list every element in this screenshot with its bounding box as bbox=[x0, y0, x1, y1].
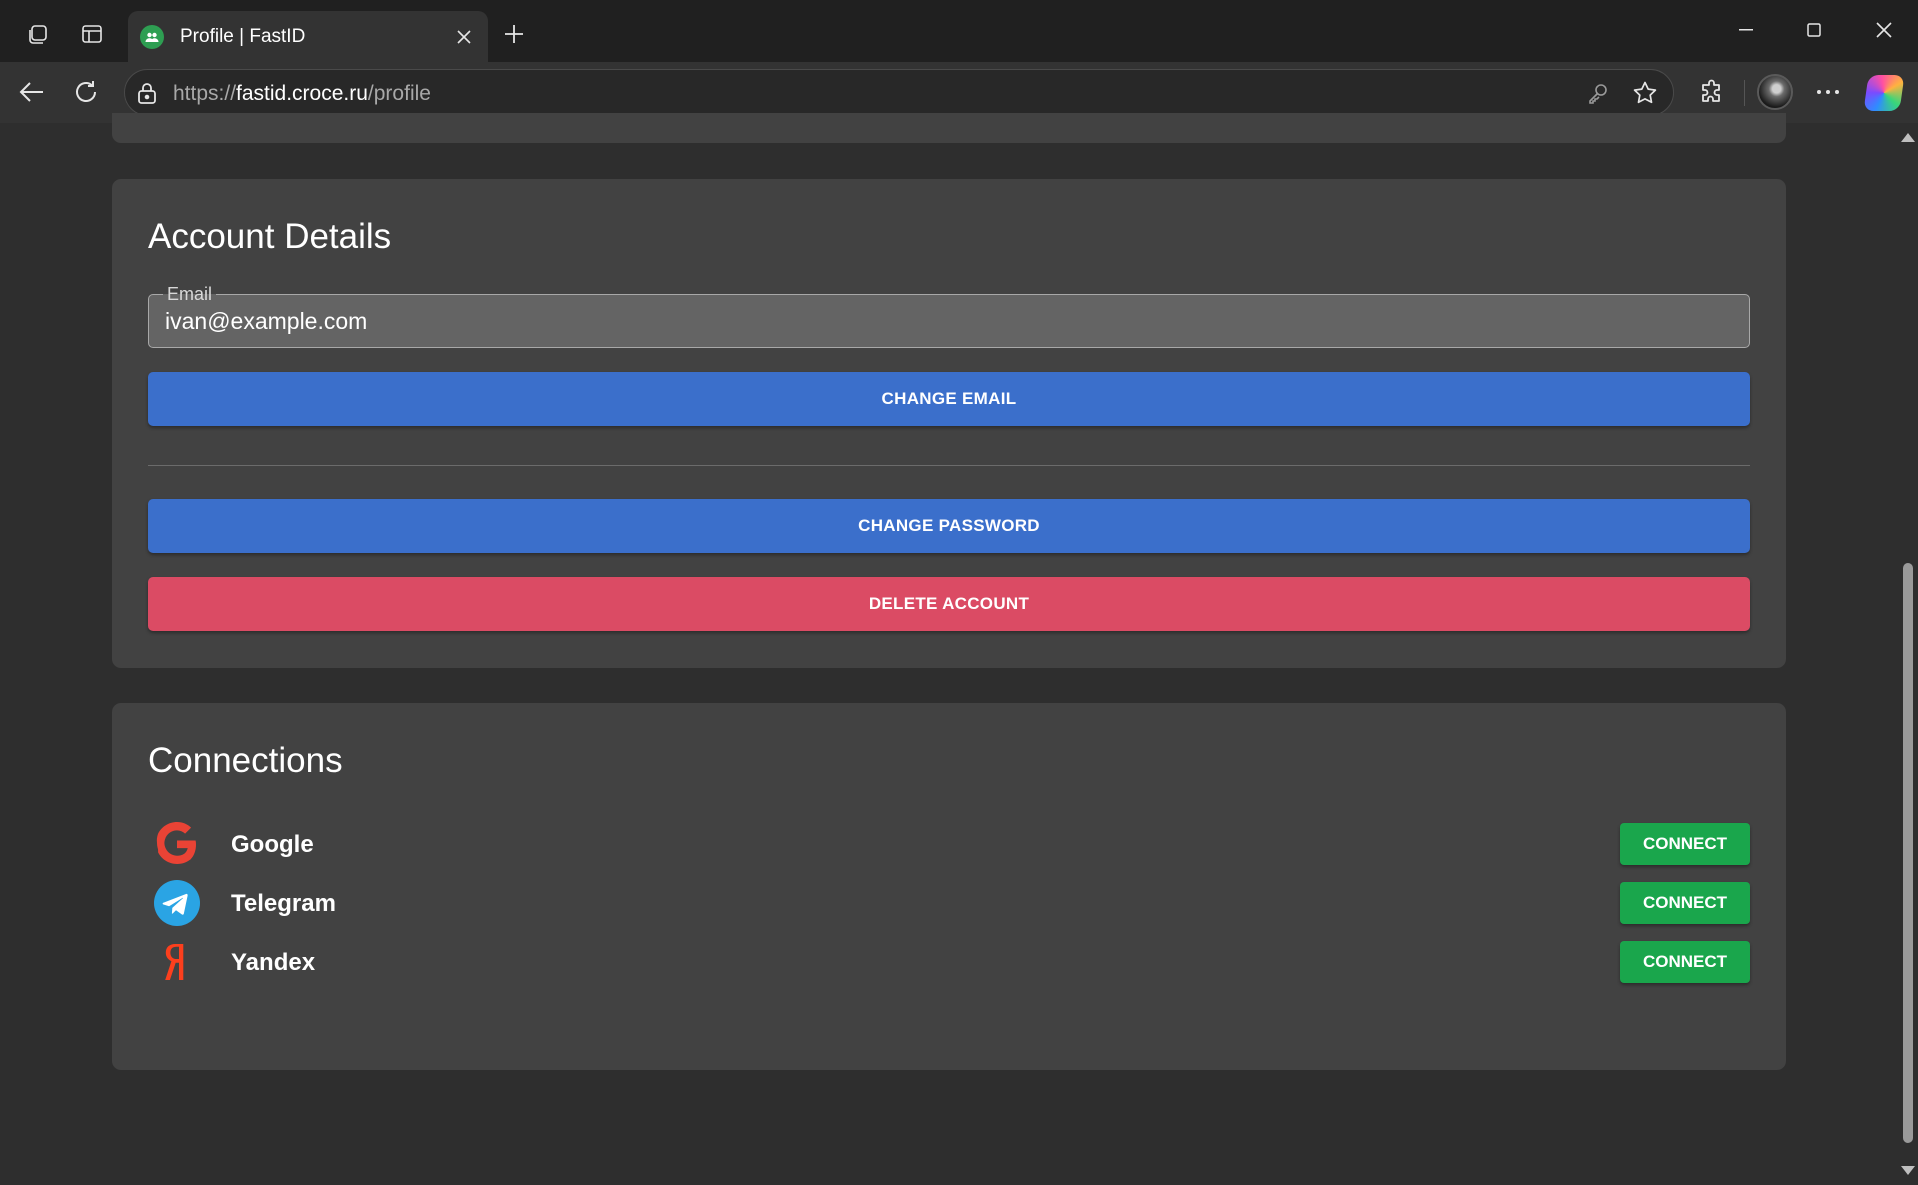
profile-avatar[interactable] bbox=[1757, 74, 1793, 110]
copilot-icon[interactable] bbox=[1863, 75, 1905, 111]
account-details-card: Account Details Email ivan@example.com C… bbox=[112, 179, 1786, 668]
close-window-icon[interactable] bbox=[1850, 8, 1918, 52]
email-value[interactable]: ivan@example.com bbox=[165, 308, 367, 335]
address-bar[interactable]: https://fastid.croce.ru/profile bbox=[124, 69, 1674, 116]
connection-row-telegram: Telegram CONNECT bbox=[148, 875, 1750, 931]
back-icon[interactable] bbox=[10, 70, 54, 114]
connection-name-google: Google bbox=[231, 831, 314, 858]
favorite-star-icon[interactable] bbox=[1631, 80, 1659, 106]
connect-yandex-button[interactable]: CONNECT bbox=[1620, 941, 1750, 983]
tab-title: Profile | FastID bbox=[180, 25, 306, 47]
refresh-icon[interactable] bbox=[64, 70, 108, 114]
scrollbar-thumb[interactable] bbox=[1903, 563, 1913, 1143]
connections-heading: Connections bbox=[148, 741, 343, 780]
yandex-icon bbox=[152, 937, 202, 987]
connections-card: Connections Google CONNECT Telegram CONN… bbox=[112, 703, 1786, 1070]
account-details-heading: Account Details bbox=[148, 217, 392, 256]
extensions-icon[interactable] bbox=[1690, 70, 1734, 114]
connection-name-telegram: Telegram bbox=[231, 890, 336, 917]
connect-telegram-button[interactable]: CONNECT bbox=[1620, 882, 1750, 924]
password-key-icon[interactable] bbox=[1585, 81, 1611, 105]
users-icon bbox=[140, 24, 164, 49]
more-options-icon[interactable] bbox=[1806, 70, 1850, 114]
close-tab-icon[interactable] bbox=[450, 23, 478, 51]
change-email-button[interactable]: CHANGE EMAIL bbox=[148, 372, 1750, 426]
tab-actions-icon[interactable] bbox=[70, 16, 114, 52]
scroll-down-icon[interactable] bbox=[1901, 1166, 1915, 1175]
connection-row-yandex: Yandex CONNECT bbox=[148, 934, 1750, 990]
url-text[interactable]: https://fastid.croce.ru/profile bbox=[173, 82, 431, 106]
workspaces-icon[interactable] bbox=[16, 16, 60, 52]
section-divider bbox=[148, 465, 1750, 466]
tab-profile[interactable]: Profile | FastID bbox=[128, 11, 488, 62]
connection-name-yandex: Yandex bbox=[231, 949, 316, 976]
page-scrollbar[interactable] bbox=[1896, 123, 1918, 1185]
toolbar-divider bbox=[1744, 80, 1745, 106]
lock-icon[interactable] bbox=[135, 81, 159, 105]
connect-google-button[interactable]: CONNECT bbox=[1620, 823, 1750, 865]
email-label: Email bbox=[163, 284, 217, 304]
google-icon bbox=[152, 819, 202, 869]
delete-account-button[interactable]: DELETE ACCOUNT bbox=[148, 577, 1750, 631]
new-tab-icon[interactable] bbox=[494, 16, 534, 52]
browser-window: Profile | FastID https://fastid.croce.ru… bbox=[0, 0, 1918, 1185]
telegram-icon bbox=[152, 878, 202, 928]
scroll-up-icon[interactable] bbox=[1901, 133, 1915, 142]
previous-card bbox=[112, 113, 1786, 143]
change-password-button[interactable]: CHANGE PASSWORD bbox=[148, 499, 1750, 553]
tab-strip: Profile | FastID bbox=[0, 0, 1918, 62]
connection-row-google: Google CONNECT bbox=[148, 816, 1750, 872]
maximize-icon[interactable] bbox=[1780, 8, 1848, 52]
email-field[interactable]: Email ivan@example.com bbox=[148, 284, 1750, 348]
page-viewport: Account Details Email ivan@example.com C… bbox=[0, 113, 1918, 1185]
minimize-icon[interactable] bbox=[1712, 8, 1780, 52]
